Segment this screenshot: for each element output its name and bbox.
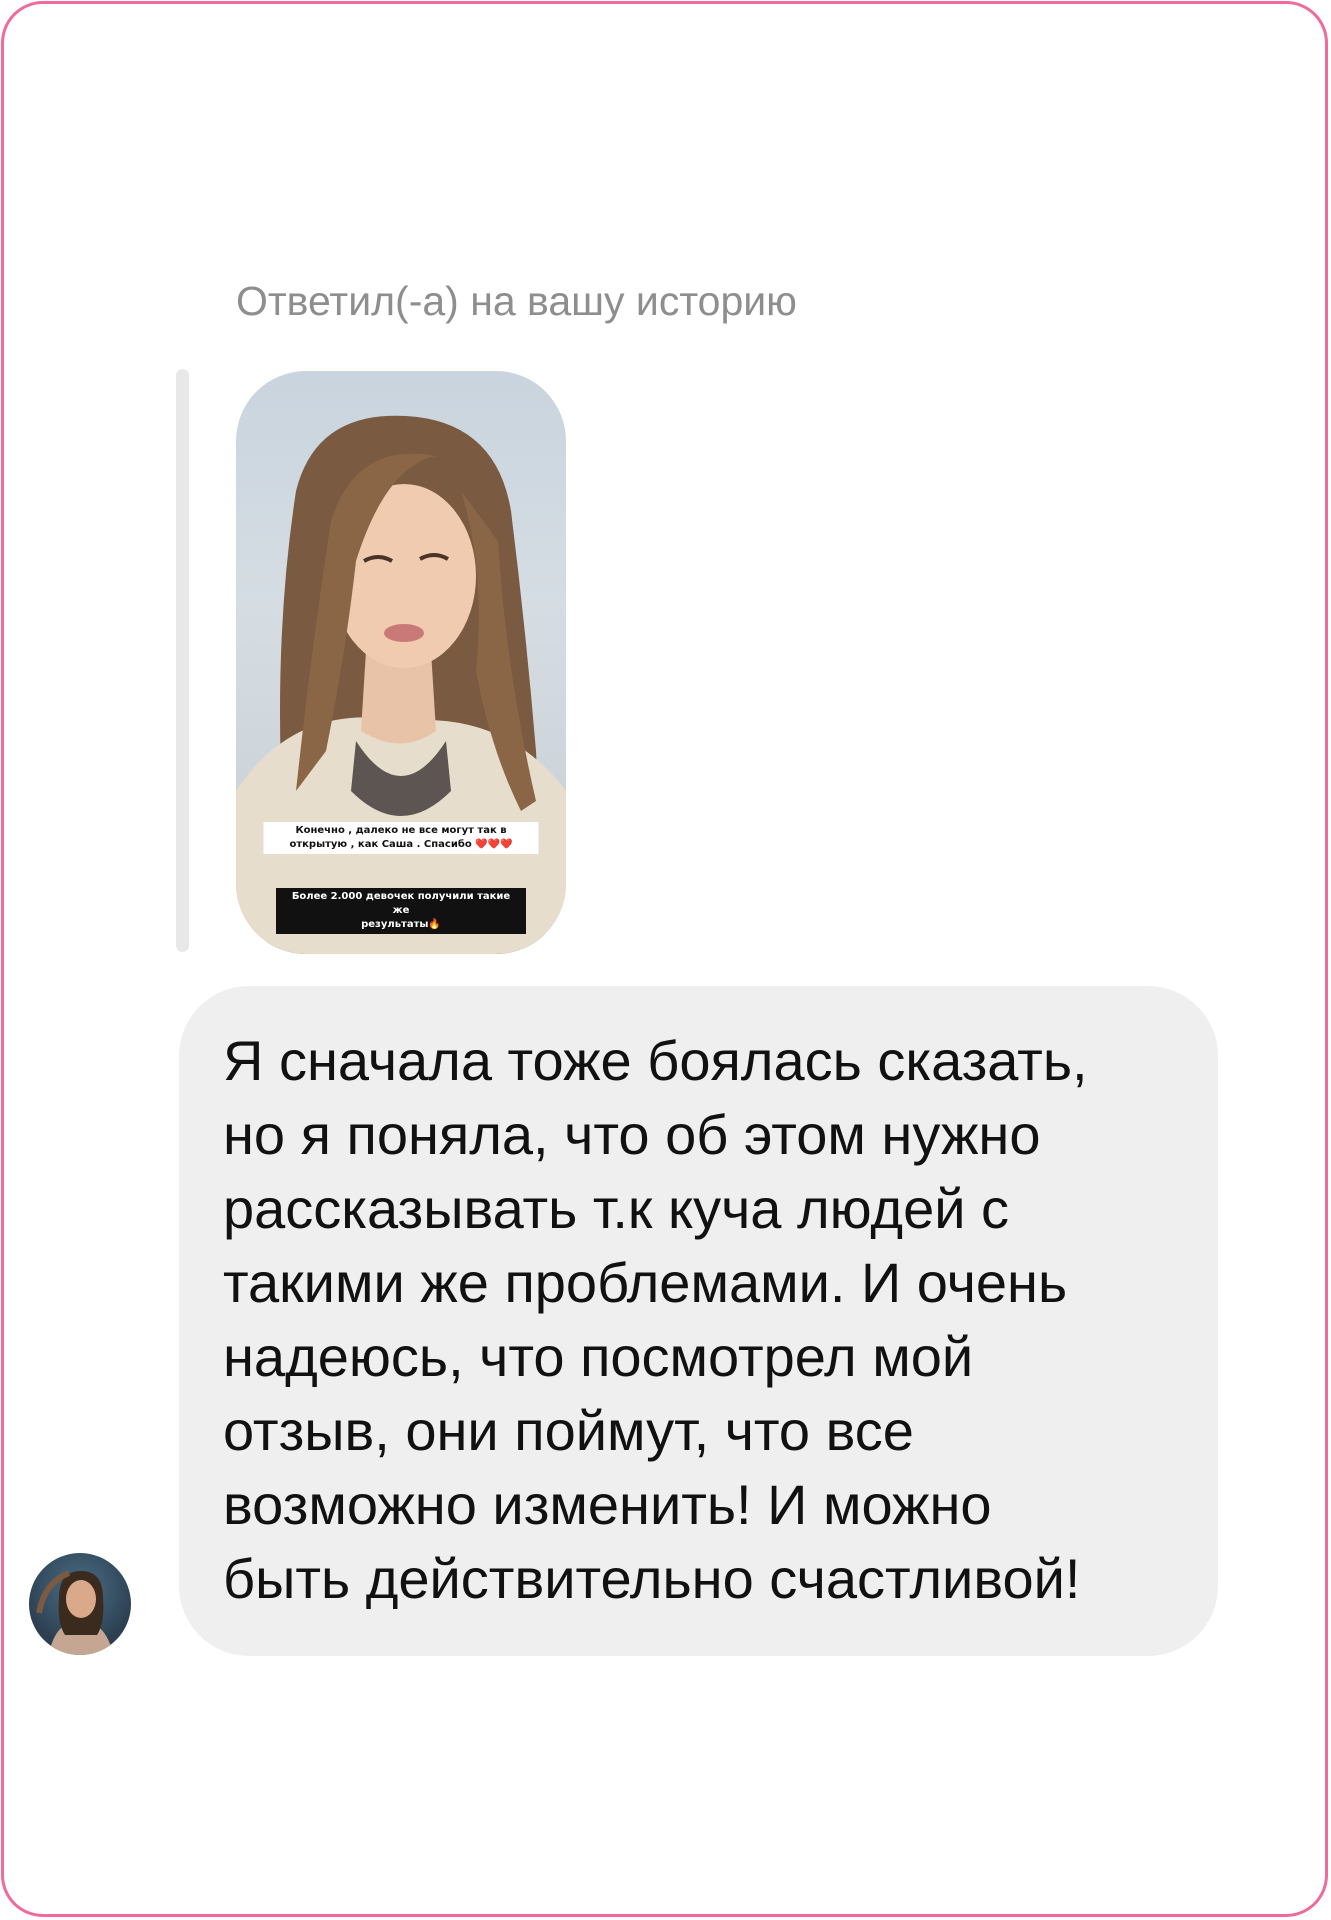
reply-header: Ответил(-а) на вашу историю (236, 278, 797, 324)
chat-frame: Ответил(-а) на вашу историю Конечно , да… (1, 1, 1328, 1917)
avatar-photo (36, 1570, 113, 1655)
story-photo (236, 415, 566, 954)
message-bubble[interactable]: Я сначала тоже боялась сказать, но я пон… (179, 986, 1218, 1656)
story-caption-2: Более 2.000 девочек получили такие же ре… (276, 888, 526, 934)
story-caption-1: Конечно , далеко не все могут так в откр… (263, 822, 539, 854)
message-text: Я сначала тоже боялась сказать, но я пон… (223, 1029, 1088, 1610)
sender-avatar[interactable] (29, 1553, 131, 1655)
story-thumbnail[interactable]: Конечно , далеко не все могут так в откр… (236, 371, 566, 954)
quote-bar (176, 369, 189, 952)
